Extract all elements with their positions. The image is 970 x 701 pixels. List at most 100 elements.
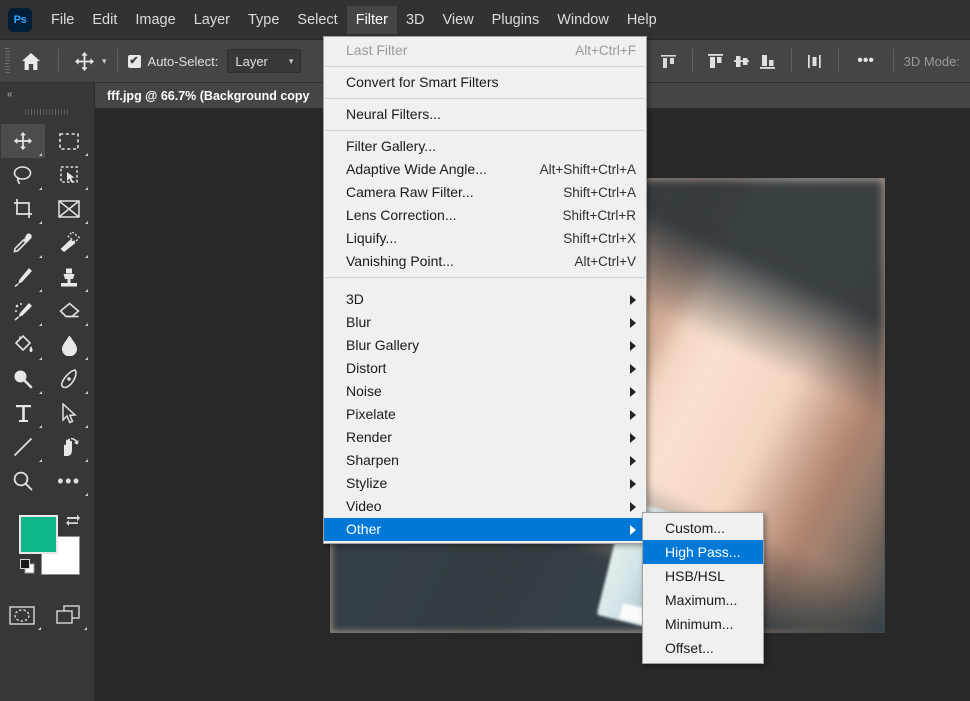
blur-tool[interactable] (47, 328, 91, 362)
tool-options-corner (85, 357, 88, 360)
tools-panel-collapse-button[interactable]: « (0, 83, 94, 105)
swap-colors-icon[interactable] (65, 512, 81, 533)
crop-tool[interactable] (1, 192, 45, 226)
menu-plugins[interactable]: Plugins (483, 6, 549, 34)
menu-item-sharpen[interactable]: Sharpen (324, 449, 646, 472)
submenu-item-offset[interactable]: Offset... (643, 636, 763, 660)
eyedropper-tool[interactable] (1, 226, 45, 260)
quick-mask-icon[interactable] (0, 598, 44, 632)
menu-image[interactable]: Image (126, 6, 184, 34)
move-tool-icon[interactable] (69, 46, 99, 76)
menu-item-liquify[interactable]: Liquify... Shift+Ctrl+X (324, 227, 646, 250)
submenu-arrow-icon (630, 386, 636, 397)
menu-item-convert-for-smart-filters[interactable]: Convert for Smart Filters (324, 71, 646, 94)
default-colors-icon[interactable] (20, 559, 35, 579)
submenu-arrow-icon (630, 432, 636, 443)
menu-type[interactable]: Type (239, 6, 288, 34)
document-tab[interactable]: fff.jpg @ 66.7% (Background copy (95, 83, 322, 108)
zoom-tool[interactable] (1, 464, 45, 498)
move-tool[interactable] (1, 124, 45, 158)
submenu-arrow-icon (630, 524, 636, 535)
paint-bucket-tool[interactable] (1, 328, 45, 362)
rotate-view-tool[interactable] (47, 430, 91, 464)
menu-separator (325, 277, 645, 278)
align-left-edges-icon[interactable] (656, 48, 682, 74)
more-tools-icon: ••• (57, 471, 81, 491)
menu-item-neural-filters[interactable]: Neural Filters... (324, 103, 646, 126)
more-options-icon[interactable]: ••• (849, 52, 883, 70)
screen-mode-icon[interactable] (46, 598, 90, 632)
object-selection-tool[interactable] (47, 158, 91, 192)
menu-select[interactable]: Select (288, 6, 346, 34)
menu-item-blur[interactable]: Blur (324, 311, 646, 334)
menu-layer[interactable]: Layer (185, 6, 239, 34)
menu-help[interactable]: Help (618, 6, 666, 34)
menu-item-label: Video (346, 498, 382, 514)
menu-item-label: Distort (346, 360, 387, 376)
submenu-item-maximum[interactable]: Maximum... (643, 588, 763, 612)
tool-options-corner (85, 289, 88, 292)
distribute-horizontal-icon[interactable] (802, 48, 828, 74)
options-separator-6 (892, 49, 894, 73)
menu-item-other[interactable]: Other (324, 518, 646, 541)
clone-stamp-tool[interactable] (47, 260, 91, 294)
edit-toolbar-button[interactable]: ••• (47, 464, 91, 498)
menu-item-vanishing-point[interactable]: Vanishing Point... Alt+Ctrl+V (324, 250, 646, 273)
menu-item-render[interactable]: Render (324, 426, 646, 449)
menu-item-stylize[interactable]: Stylize (324, 472, 646, 495)
menu-item-shortcut: Shift+Ctrl+A (563, 185, 636, 200)
menu-3d[interactable]: 3D (397, 6, 434, 34)
menu-item-adaptive-wide-angle[interactable]: Adaptive Wide Angle... Alt+Shift+Ctrl+A (324, 158, 646, 181)
menu-item-label: Blur (346, 314, 371, 330)
menu-item-lens-correction[interactable]: Lens Correction... Shift+Ctrl+R (324, 204, 646, 227)
submenu-arrow-icon (630, 501, 636, 512)
history-brush-tool[interactable] (1, 294, 45, 328)
menu-item-blur-gallery[interactable]: Blur Gallery (324, 334, 646, 357)
foreground-color-swatch[interactable] (19, 515, 58, 554)
menu-item-distort[interactable]: Distort (324, 357, 646, 380)
spot-healing-brush-tool[interactable] (47, 226, 91, 260)
submenu-item-minimum[interactable]: Minimum... (643, 612, 763, 636)
menu-item-shortcut: Shift+Ctrl+X (563, 231, 636, 246)
lasso-tool[interactable] (1, 158, 45, 192)
dodge-tool[interactable] (1, 362, 45, 396)
options-bar-grip[interactable] (5, 48, 10, 74)
menu-item-video[interactable]: Video (324, 495, 646, 518)
tool-options-corner (85, 425, 88, 428)
menu-window[interactable]: Window (548, 6, 618, 34)
line-tool[interactable] (1, 430, 45, 464)
menu-item-label: Noise (346, 383, 382, 399)
menu-item-last-filter[interactable]: Last Filter Alt+Ctrl+F (324, 39, 646, 62)
align-top-edges-icon[interactable] (703, 48, 729, 74)
eraser-tool[interactable] (47, 294, 91, 328)
home-icon[interactable] (14, 46, 48, 76)
menu-item-camera-raw-filter[interactable]: Camera Raw Filter... Shift+Ctrl+A (324, 181, 646, 204)
align-vertical-centers-icon[interactable] (729, 48, 755, 74)
menu-edit[interactable]: Edit (83, 6, 126, 34)
menu-item-3d[interactable]: 3D (324, 288, 646, 311)
auto-select-scope-dropdown[interactable]: Layer ▾ (227, 49, 302, 73)
pen-tool[interactable] (47, 362, 91, 396)
menu-item-filter-gallery[interactable]: Filter Gallery... (324, 135, 646, 158)
menu-item-label: Maximum... (665, 592, 738, 608)
menu-filter[interactable]: Filter (346, 5, 397, 34)
menu-view[interactable]: View (434, 6, 483, 34)
auto-select-checkbox[interactable]: ✔ Auto-Select: (127, 54, 218, 69)
menu-file[interactable]: File (42, 6, 83, 34)
frame-tool[interactable] (47, 192, 91, 226)
tool-options-corner (39, 425, 42, 428)
move-tool-chevron-down-icon[interactable]: ▾ (102, 56, 107, 67)
menu-item-pixelate[interactable]: Pixelate (324, 403, 646, 426)
align-bottom-edges-icon[interactable] (755, 48, 781, 74)
type-tool[interactable] (1, 396, 45, 430)
submenu-item-custom[interactable]: Custom... (643, 516, 763, 540)
submenu-item-hsb-hsl[interactable]: HSB/HSL (643, 564, 763, 588)
rectangular-marquee-tool[interactable] (47, 124, 91, 158)
path-selection-tool[interactable] (47, 396, 91, 430)
brush-tool[interactable] (1, 260, 45, 294)
tools-panel-grip[interactable] (25, 105, 69, 118)
submenu-arrow-icon (630, 294, 636, 305)
submenu-item-high-pass[interactable]: High Pass... (643, 540, 763, 564)
menu-item-noise[interactable]: Noise (324, 380, 646, 403)
tool-options-corner (39, 289, 42, 292)
